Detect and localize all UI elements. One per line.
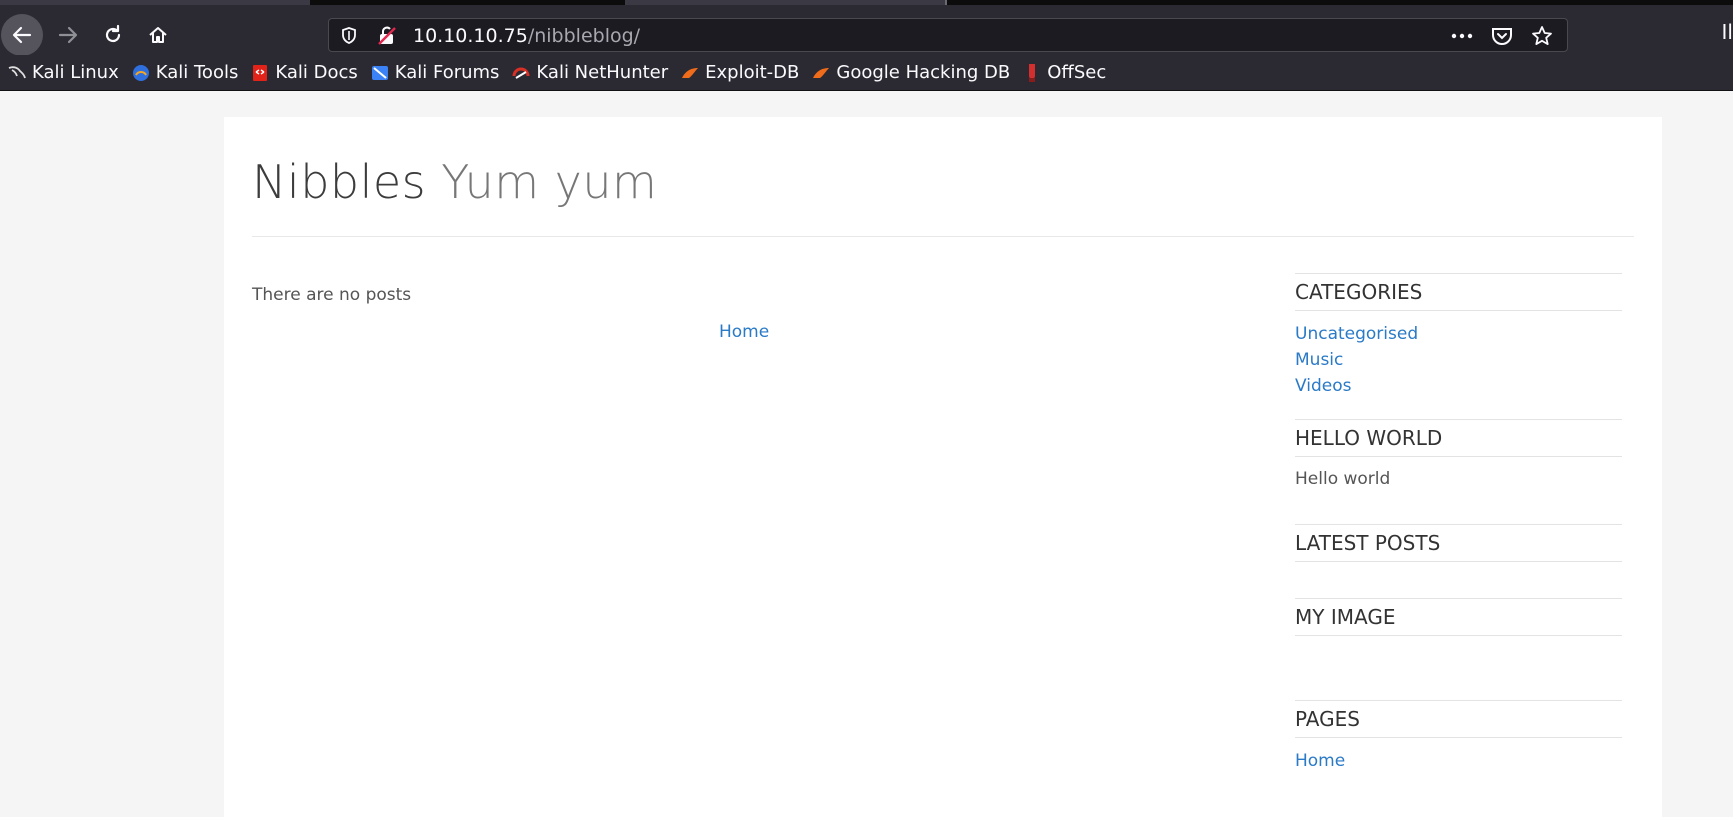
reload-button[interactable]	[93, 15, 133, 55]
page-link-home[interactable]: Home	[1295, 748, 1622, 774]
widget-title: LATEST POSTS	[1295, 524, 1622, 562]
bookmark-kali-docs[interactable]: Kali Docs	[251, 62, 358, 83]
nethunter-icon	[512, 64, 530, 82]
kali-docs-icon	[251, 64, 269, 82]
header-divider	[252, 236, 1634, 237]
toolbar-edge-glyph: Il	[1721, 20, 1733, 44]
blog-container: Nibbles Yum yum There are no posts Home …	[224, 117, 1662, 817]
widget-pages: PAGES Home	[1295, 700, 1622, 774]
site-name[interactable]: Nibbles	[252, 155, 426, 209]
bookmark-label: Google Hacking DB	[836, 62, 1011, 83]
kali-forums-icon	[371, 64, 389, 82]
category-link[interactable]: Videos	[1295, 373, 1622, 399]
ghdb-icon	[812, 64, 830, 82]
bookmark-label: Kali Docs	[275, 62, 358, 83]
bookmark-kali-forums[interactable]: Kali Forums	[371, 62, 500, 83]
pocket-icon[interactable]	[1487, 23, 1517, 49]
bookmark-offsec[interactable]: OffSec	[1023, 62, 1106, 83]
arrow-right-icon	[58, 26, 78, 44]
bookmark-kali-nethunter[interactable]: Kali NetHunter	[512, 62, 668, 83]
widget-title: HELLO WORLD	[1295, 419, 1622, 457]
url-host: 10.10.10.75	[413, 25, 528, 47]
bookmark-label: Kali Tools	[155, 62, 239, 83]
site-header: Nibbles Yum yum	[252, 155, 657, 209]
navigation-toolbar: 10.10.10.75/nibbleblog/ Il	[0, 5, 1733, 56]
widget-hello-world: HELLO WORLD Hello world	[1295, 419, 1622, 524]
site-slogan: Yum yum	[441, 155, 658, 209]
bookmark-exploit-db[interactable]: Exploit-DB	[681, 62, 799, 83]
widget-categories: CATEGORIES Uncategorised Music Videos	[1295, 273, 1622, 419]
no-posts-message: There are no posts	[252, 285, 412, 305]
widget-text: Hello world	[1295, 469, 1391, 489]
kali-tools-icon	[132, 64, 150, 82]
bookmark-label: Exploit-DB	[705, 62, 800, 83]
arrow-left-icon	[12, 26, 32, 44]
sidebar: CATEGORIES Uncategorised Music Videos HE…	[1295, 273, 1622, 774]
bookmark-label: Kali NetHunter	[536, 62, 669, 83]
url-path: /nibbleblog/	[527, 25, 641, 47]
category-link[interactable]: Music	[1295, 347, 1622, 373]
widget-title: MY IMAGE	[1295, 598, 1622, 636]
back-button[interactable]	[1, 14, 43, 56]
widget-title: PAGES	[1295, 700, 1622, 738]
home-icon	[149, 27, 167, 43]
bookmark-kali-linux[interactable]: Kali Linux	[8, 62, 119, 83]
exploit-db-icon	[681, 64, 699, 82]
more-dots-icon[interactable]	[1447, 23, 1477, 49]
forward-button[interactable]	[48, 15, 88, 55]
shield-icon[interactable]	[340, 26, 358, 50]
broken-lock-icon[interactable]	[377, 26, 397, 50]
bookmark-kali-tools[interactable]: Kali Tools	[132, 62, 239, 83]
bookmarks-toolbar: Kali Linux Kali Tools Kali Docs Kali For…	[0, 55, 1733, 91]
bookmark-label: Kali Forums	[394, 62, 500, 83]
star-icon[interactable]	[1527, 23, 1557, 49]
pager-home-link[interactable]: Home	[719, 322, 769, 342]
kali-dragon-icon	[8, 64, 26, 82]
url-text[interactable]: 10.10.10.75/nibbleblog/	[413, 25, 640, 47]
category-link[interactable]: Uncategorised	[1295, 321, 1622, 347]
page-viewport[interactable]: Nibbles Yum yum There are no posts Home …	[0, 91, 1733, 817]
widget-title: CATEGORIES	[1295, 273, 1622, 311]
reload-icon	[105, 24, 121, 43]
bookmark-google-hacking-db[interactable]: Google Hacking DB	[812, 62, 1010, 83]
home-button[interactable]	[138, 15, 178, 55]
bookmark-label: OffSec	[1047, 62, 1107, 83]
widget-latest-posts: LATEST POSTS	[1295, 524, 1622, 598]
offsec-icon	[1023, 63, 1041, 82]
address-bar[interactable]: 10.10.10.75/nibbleblog/	[328, 18, 1568, 52]
widget-my-image: MY IMAGE	[1295, 598, 1622, 700]
bookmark-label: Kali Linux	[32, 62, 119, 83]
